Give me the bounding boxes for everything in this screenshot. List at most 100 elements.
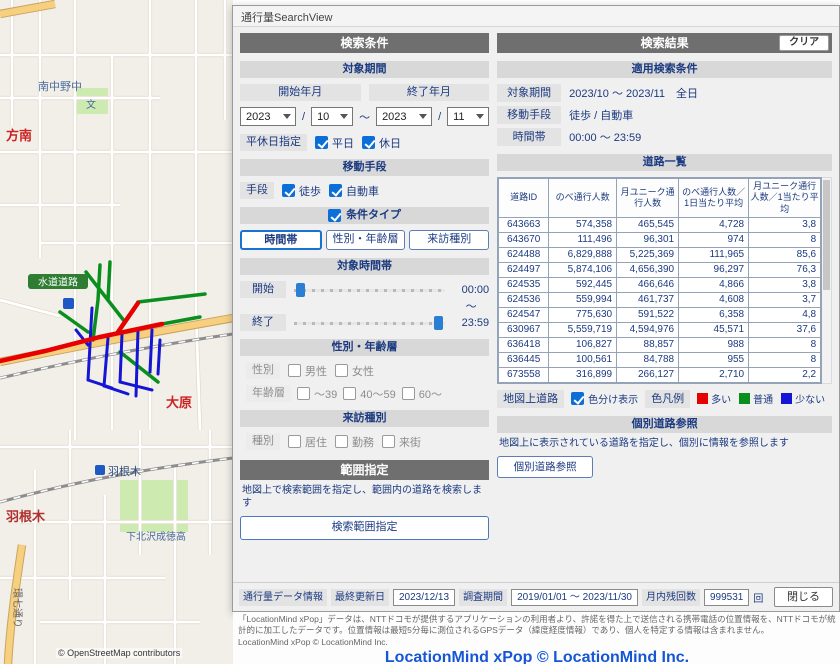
- resident-checkbox: 居住: [288, 434, 327, 450]
- traffic-data-info-label: 通行量データ情報: [239, 589, 327, 606]
- start-month-label: 開始年月: [240, 84, 361, 101]
- applied-time-row: 時間帯 00:00 ～ 23:59: [497, 128, 832, 146]
- table-row[interactable]: 636418106,82788,8579888: [499, 337, 821, 352]
- table-cell: 6,829,888: [549, 247, 617, 262]
- condition-type-checkbox[interactable]: [328, 209, 341, 222]
- range-spec-header: 範囲指定: [240, 460, 489, 480]
- table-cell: 85,6: [749, 247, 821, 262]
- visitor-checkbox: 来街: [382, 434, 421, 450]
- tab-visit-type[interactable]: 来訪種別: [409, 230, 489, 250]
- period-select-row: 2023 / 10 ～ 2023 / 11: [240, 107, 489, 126]
- range-spec-description: 地図上で検索範囲を指定し、範囲内の道路を検索します: [240, 484, 489, 510]
- color-legend-label: 色凡例: [645, 390, 690, 408]
- table-cell: 106,827: [549, 337, 617, 352]
- time-end-slider[interactable]: [294, 315, 445, 331]
- start-month-select[interactable]: 10: [311, 107, 353, 126]
- table-cell: 574,358: [549, 217, 617, 232]
- walk-checkbox[interactable]: 徒歩: [282, 183, 321, 199]
- metro-station-icon: [63, 298, 74, 309]
- table-row[interactable]: 643663574,358465,5454,7283,8: [499, 217, 821, 232]
- period-tilde: ～: [359, 109, 370, 125]
- table-cell: 974: [679, 232, 749, 247]
- road-table: 道路IDのべ通行人数月ユニーク通行人数のべ通行人数／1日当たり平均月ユニーク通行…: [498, 178, 821, 383]
- tab-gender-age[interactable]: 性別・年齢層: [326, 230, 406, 250]
- applied-transport-label: 移動手段: [497, 106, 561, 124]
- end-year-select[interactable]: 2023: [376, 107, 432, 126]
- table-row[interactable]: 624536559,994461,7374,6083,7: [499, 292, 821, 307]
- visitor-label: 来街: [399, 434, 421, 450]
- column-header: のべ通行人数: [549, 179, 617, 218]
- disclaimer-copyright: LocationMind xPop © LocationMind Inc.: [238, 637, 836, 647]
- table-row[interactable]: 673558316,899266,1272,7102,2: [499, 367, 821, 382]
- table-cell: 5,225,369: [617, 247, 679, 262]
- transport-label: 手段: [240, 182, 274, 199]
- end-month-value: 11: [453, 111, 464, 123]
- road-table-body: 643663574,358465,5454,7283,8643670111,49…: [499, 217, 821, 382]
- end-year-value: 2023: [382, 111, 406, 123]
- table-row[interactable]: 6309675,559,7194,594,97645,57137,6: [499, 322, 821, 337]
- table-row[interactable]: 6244975,874,1064,656,39096,29776,3: [499, 262, 821, 277]
- applied-transport-value: 徒歩 / 自動車: [569, 107, 633, 123]
- search-dialog: 通行量SearchView 検索条件 対象期間 開始年月 終了年月 2023 /: [232, 5, 840, 612]
- time-range-header: 対象時間帯: [240, 258, 489, 275]
- target-period-header: 対象期間: [240, 61, 489, 78]
- search-conditions-panel: 検索条件 対象期間 開始年月 終了年月 2023 / 10: [240, 33, 489, 578]
- age-row: 年齢層 ～39 40～59 60～: [240, 385, 489, 402]
- range-spec-button[interactable]: 検索範囲指定: [240, 516, 489, 540]
- table-scrollbar[interactable]: [822, 177, 832, 384]
- map-label-shimokita-school: 下北沢成徳高: [126, 530, 186, 543]
- male-checkbox: 男性: [288, 363, 327, 379]
- data-info-bar: 通行量データ情報 最終更新日 2023/12/13 調査期間 2019/01/0…: [233, 582, 839, 611]
- table-row[interactable]: 643670111,49696,3019748: [499, 232, 821, 247]
- school-symbol-icon: 文: [86, 98, 96, 111]
- weekday-checkbox[interactable]: 平日: [315, 135, 354, 151]
- table-cell: 988: [679, 337, 749, 352]
- color-toggle-checkbox[interactable]: 色分け表示: [571, 391, 638, 406]
- table-row[interactable]: 6244886,829,8885,225,369111,96585,6: [499, 247, 821, 262]
- map-label-suido-road: 水道道路: [38, 276, 78, 289]
- visit-kind-label: 種別: [246, 433, 280, 450]
- table-cell: 96,297: [679, 262, 749, 277]
- close-button[interactable]: 閉じる: [774, 587, 833, 607]
- individual-road-header: 個別道路参照: [497, 416, 832, 433]
- start-year-select[interactable]: 2023: [240, 107, 296, 126]
- holiday-checkbox[interactable]: 休日: [362, 135, 401, 151]
- tab-time-range[interactable]: 時間帯: [240, 230, 322, 250]
- table-row[interactable]: 636445100,56184,7889558: [499, 352, 821, 367]
- clear-button[interactable]: クリア: [779, 35, 829, 51]
- map[interactable]: 南中野中 文 方南 水道道路 大原 羽根木 羽根木 下北沢成徳高 環七通り © …: [0, 0, 233, 664]
- checkbox-unchecked-icon: [335, 364, 348, 377]
- end-month-select[interactable]: 11: [447, 107, 489, 126]
- checkbox-unchecked-icon: [297, 387, 310, 400]
- slider-thumb[interactable]: [434, 316, 443, 330]
- table-cell: 465,545: [617, 217, 679, 232]
- slider-thumb[interactable]: [296, 283, 305, 297]
- checkbox-checked-icon: [282, 184, 295, 197]
- last-updated-label: 最終更新日: [331, 589, 389, 606]
- table-cell: 559,994: [549, 292, 617, 307]
- scrollbar-thumb[interactable]: [823, 180, 830, 290]
- map-svg: 南中野中 文 方南 水道道路 大原 羽根木 羽根木 下北沢成徳高 環七通り: [0, 0, 233, 664]
- table-cell: 636445: [499, 352, 549, 367]
- last-updated-value: 2023/12/13: [393, 589, 455, 606]
- table-cell: 466,646: [617, 277, 679, 292]
- table-cell: 591,522: [617, 307, 679, 322]
- table-cell: 4,594,976: [617, 322, 679, 337]
- car-checkbox[interactable]: 自動車: [329, 183, 379, 199]
- time-end-label: 終了: [240, 314, 286, 331]
- table-row[interactable]: 624535592,445466,6464,8663,8: [499, 277, 821, 292]
- table-cell: 76,3: [749, 262, 821, 277]
- legend-label: 普通: [753, 391, 773, 406]
- monthly-quota-value: 999531: [704, 589, 749, 606]
- time-start-slider[interactable]: [294, 282, 445, 298]
- individual-road-button[interactable]: 個別道路参照: [497, 456, 593, 478]
- legend-item: 少ない: [781, 391, 825, 406]
- table-row[interactable]: 624547775,630591,5226,3584,8: [499, 307, 821, 322]
- checkbox-checked-icon: [315, 136, 328, 149]
- table-cell: 3,8: [749, 277, 821, 292]
- gender-row: 性別 男性 女性: [240, 362, 489, 379]
- survey-period-value: 2019/01/01 ～ 2023/11/30: [511, 589, 638, 606]
- map-roads-label: 地図上道路: [497, 390, 564, 408]
- dialog-titlebar[interactable]: 通行量SearchView: [233, 6, 839, 27]
- search-results-header: 検索結果 クリア: [497, 33, 832, 53]
